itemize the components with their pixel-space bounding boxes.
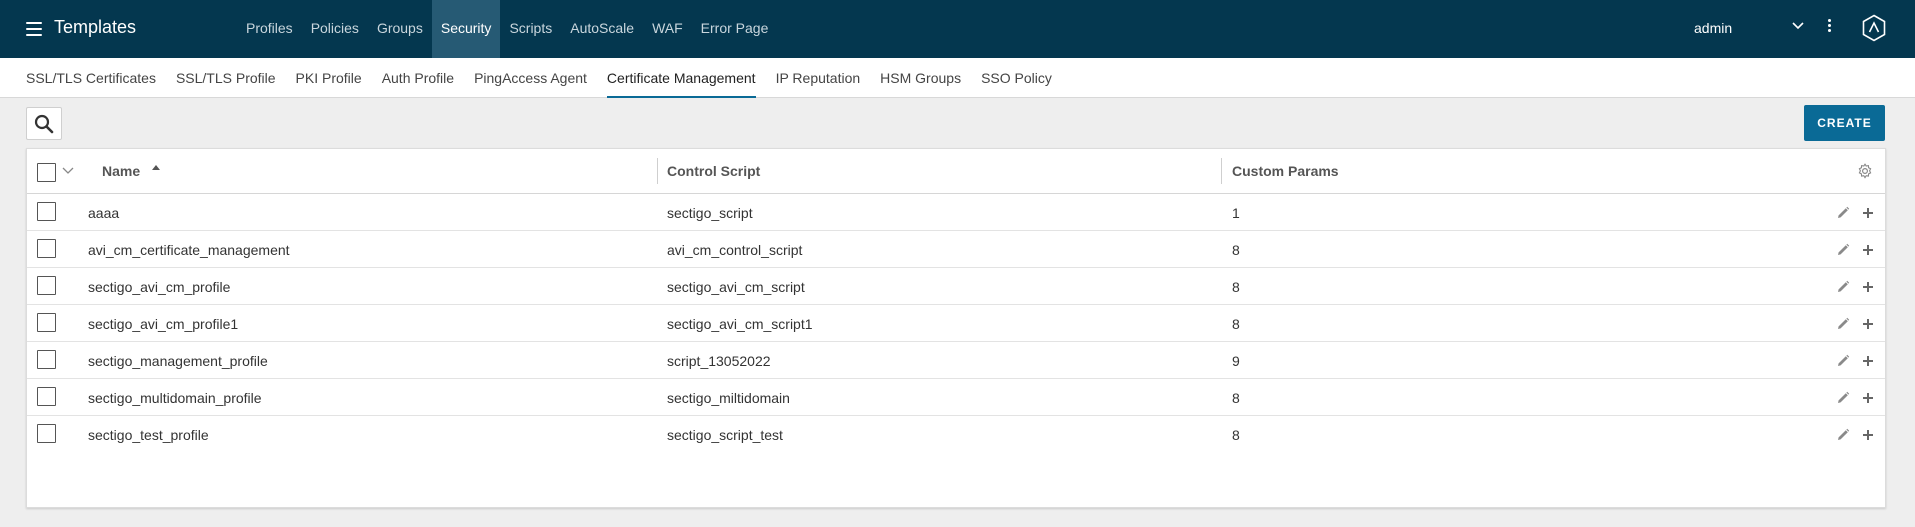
certificate-management-table: Name Control Script Custom Params aaaa se… xyxy=(26,148,1886,508)
column-header-name[interactable]: Name xyxy=(102,163,140,179)
cell-control-script: sectigo_avi_cm_script1 xyxy=(667,316,813,332)
cell-custom-params: 8 xyxy=(1232,427,1240,443)
cell-control-script: avi_cm_control_script xyxy=(667,242,803,258)
top-nav-item-profiles[interactable]: Profiles xyxy=(237,0,302,58)
column-divider[interactable] xyxy=(657,158,658,184)
cell-control-script: script_13052022 xyxy=(667,353,771,369)
cell-name: avi_cm_certificate_management xyxy=(88,242,290,258)
table-row[interactable]: avi_cm_certificate_management avi_cm_cont… xyxy=(27,231,1885,268)
top-nav-item-scripts[interactable]: Scripts xyxy=(500,0,561,58)
table-row[interactable]: sectigo_avi_cm_profile sectigo_avi_cm_scr… xyxy=(27,268,1885,305)
top-nav-menu: Profiles Policies Groups Security Scripts Aut… xyxy=(237,0,777,58)
column-header-control-script[interactable]: Control Script xyxy=(667,163,760,179)
cell-name: sectigo_multidomain_profile xyxy=(88,390,262,406)
create-button[interactable]: CREATE xyxy=(1804,105,1885,141)
row-checkbox[interactable] xyxy=(37,202,56,221)
top-nav-item-security[interactable]: Security xyxy=(431,0,501,58)
tab-auth-profile[interactable]: Auth Profile xyxy=(372,58,464,98)
table-row[interactable]: sectigo_test_profile sectigo_script_test 8 xyxy=(27,416,1885,453)
cell-control-script: sectigo_script xyxy=(667,205,753,221)
avi-logo-icon xyxy=(1862,14,1886,42)
cell-name: aaaa xyxy=(88,205,120,221)
pencil-icon[interactable] xyxy=(1835,205,1851,221)
row-checkbox[interactable] xyxy=(37,313,56,332)
cell-control-script: sectigo_script_test xyxy=(667,427,783,443)
table-row[interactable]: sectigo_management_profile script_1305202… xyxy=(27,342,1885,379)
plus-icon[interactable] xyxy=(1861,391,1875,405)
tab-pki-profile[interactable]: PKI Profile xyxy=(286,58,372,98)
cell-name: sectigo_avi_cm_profile xyxy=(88,279,231,295)
chevron-down-icon[interactable] xyxy=(61,163,75,177)
tab-ip-reputation[interactable]: IP Reputation xyxy=(766,58,871,98)
table-row[interactable]: aaaa sectigo_script 1 xyxy=(27,194,1885,231)
row-checkbox[interactable] xyxy=(37,387,56,406)
row-checkbox[interactable] xyxy=(37,424,56,443)
table-row[interactable]: sectigo_avi_cm_profile1 sectigo_avi_cm_sc… xyxy=(27,305,1885,342)
top-nav-item-error-page[interactable]: Error Page xyxy=(692,0,778,58)
top-nav-item-autoscale[interactable]: AutoScale xyxy=(561,0,643,58)
user-name[interactable]: admin xyxy=(1694,20,1732,36)
pencil-icon[interactable] xyxy=(1835,353,1851,369)
select-all-checkbox[interactable] xyxy=(37,163,56,182)
sub-nav-menu: SSL/TLS Certificates SSL/TLS Profile PKI P… xyxy=(16,58,1062,98)
top-nav-bar: Templates Profiles Policies Groups Security… xyxy=(0,0,1915,58)
cell-custom-params: 8 xyxy=(1232,279,1240,295)
hamburger-icon[interactable] xyxy=(26,22,42,36)
row-checkbox[interactable] xyxy=(37,350,56,369)
pencil-icon[interactable] xyxy=(1835,427,1851,443)
kebab-icon[interactable] xyxy=(1828,19,1832,35)
sort-ascending-icon[interactable] xyxy=(151,163,161,171)
gear-icon[interactable] xyxy=(1857,163,1873,179)
plus-icon[interactable] xyxy=(1861,280,1875,294)
cell-custom-params: 9 xyxy=(1232,353,1240,369)
tab-certificate-management[interactable]: Certificate Management xyxy=(597,58,766,98)
plus-icon[interactable] xyxy=(1861,206,1875,220)
column-divider[interactable] xyxy=(1221,158,1222,184)
cell-custom-params: 8 xyxy=(1232,390,1240,406)
search-button[interactable] xyxy=(26,107,62,140)
row-checkbox[interactable] xyxy=(37,239,56,258)
pencil-icon[interactable] xyxy=(1835,390,1851,406)
row-checkbox[interactable] xyxy=(37,276,56,295)
cell-name: sectigo_management_profile xyxy=(88,353,268,369)
top-nav-item-policies[interactable]: Policies xyxy=(302,0,368,58)
tab-hsm-groups[interactable]: HSM Groups xyxy=(870,58,971,98)
cell-custom-params: 8 xyxy=(1232,316,1240,332)
plus-icon[interactable] xyxy=(1861,243,1875,257)
table-row[interactable]: sectigo_multidomain_profile sectigo_milti… xyxy=(27,379,1885,416)
column-header-custom-params[interactable]: Custom Params xyxy=(1232,163,1339,179)
cell-name: sectigo_avi_cm_profile1 xyxy=(88,316,239,332)
tab-ssl-tls-profile[interactable]: SSL/TLS Profile xyxy=(166,58,286,98)
cell-custom-params: 1 xyxy=(1232,205,1240,221)
top-nav-item-groups[interactable]: Groups xyxy=(368,0,432,58)
tab-pingaccess-agent[interactable]: PingAccess Agent xyxy=(464,58,597,98)
plus-icon[interactable] xyxy=(1861,428,1875,442)
tab-ssl-tls-certificates[interactable]: SSL/TLS Certificates xyxy=(16,58,166,98)
sub-nav-bar: SSL/TLS Certificates SSL/TLS Profile PKI P… xyxy=(0,58,1915,98)
tab-sso-policy[interactable]: SSO Policy xyxy=(971,58,1062,98)
plus-icon[interactable] xyxy=(1861,317,1875,331)
table-header: Name Control Script Custom Params xyxy=(27,149,1885,194)
chevron-down-icon[interactable] xyxy=(1790,17,1806,33)
pencil-icon[interactable] xyxy=(1835,242,1851,258)
cell-control-script: sectigo_avi_cm_script xyxy=(667,279,805,295)
plus-icon[interactable] xyxy=(1861,354,1875,368)
pencil-icon[interactable] xyxy=(1835,279,1851,295)
cell-control-script: sectigo_miltidomain xyxy=(667,390,790,406)
cell-name: sectigo_test_profile xyxy=(88,427,209,443)
cell-custom-params: 8 xyxy=(1232,242,1240,258)
app-title: Templates xyxy=(54,17,137,37)
search-icon xyxy=(34,114,54,133)
pencil-icon[interactable] xyxy=(1835,316,1851,332)
top-nav-item-waf[interactable]: WAF xyxy=(643,0,692,58)
